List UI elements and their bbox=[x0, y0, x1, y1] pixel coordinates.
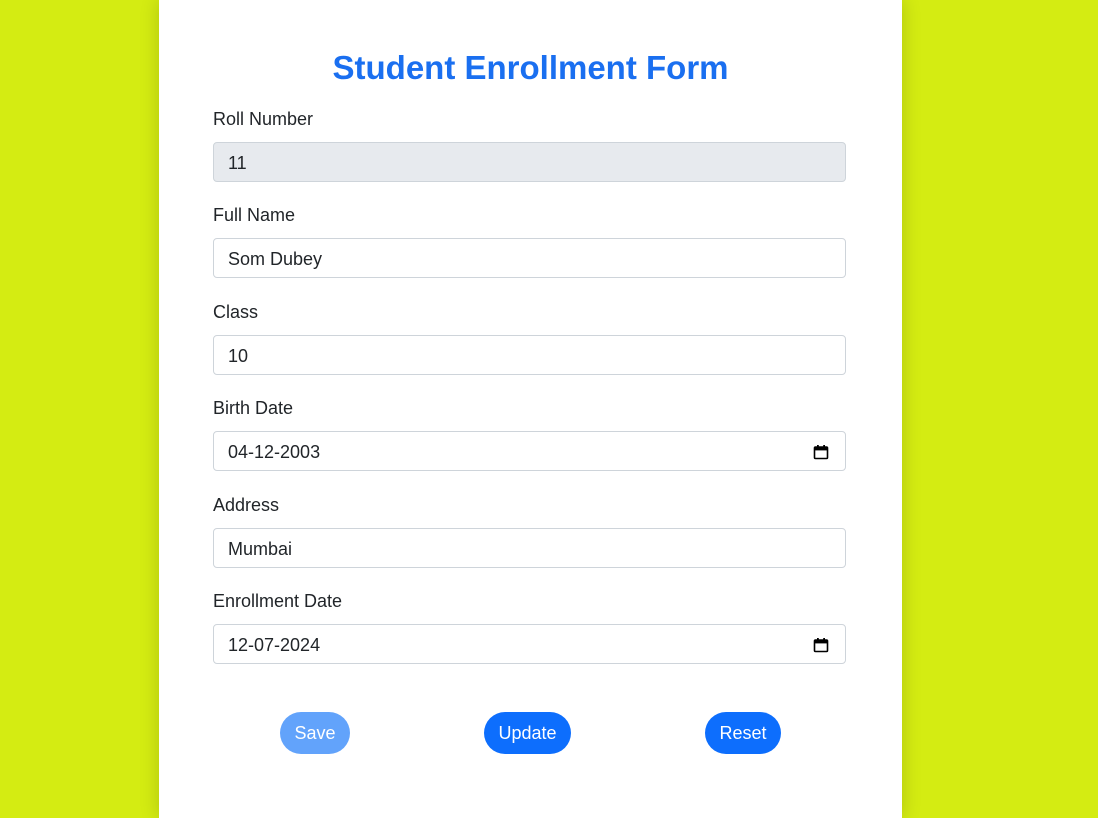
full-name-label: Full Name bbox=[213, 205, 296, 225]
save-button[interactable]: Save bbox=[280, 712, 350, 754]
reset-button[interactable]: Reset bbox=[705, 712, 781, 754]
full-name-field[interactable]: Som Dubey bbox=[213, 238, 846, 278]
birth-date-field[interactable]: 04-12-2003 bbox=[213, 431, 846, 471]
address-label: Address bbox=[213, 495, 280, 515]
roll-number-field[interactable]: 11 bbox=[213, 142, 846, 182]
roll-number-label: Roll Number bbox=[213, 109, 314, 129]
page-title: Student Enrollment Form bbox=[332, 49, 729, 86]
enrollment-date-label: Enrollment Date bbox=[213, 591, 343, 611]
calendar-icon[interactable] bbox=[813, 444, 829, 460]
enrollment-date-field[interactable]: 12-07-2024 bbox=[213, 624, 846, 664]
update-button[interactable]: Update bbox=[484, 712, 571, 754]
birth-date-value: 04-12-2003 bbox=[228, 442, 321, 462]
class-field[interactable]: 10 bbox=[213, 335, 846, 375]
calendar-icon[interactable] bbox=[813, 637, 829, 653]
enrollment-card: Student Enrollment Form Roll Number 11 F… bbox=[159, 0, 902, 818]
birth-date-label: Birth Date bbox=[213, 398, 294, 418]
enrollment-date-value: 12-07-2024 bbox=[228, 635, 321, 655]
class-label: Class bbox=[213, 302, 259, 322]
address-field[interactable]: Mumbai bbox=[213, 528, 846, 568]
